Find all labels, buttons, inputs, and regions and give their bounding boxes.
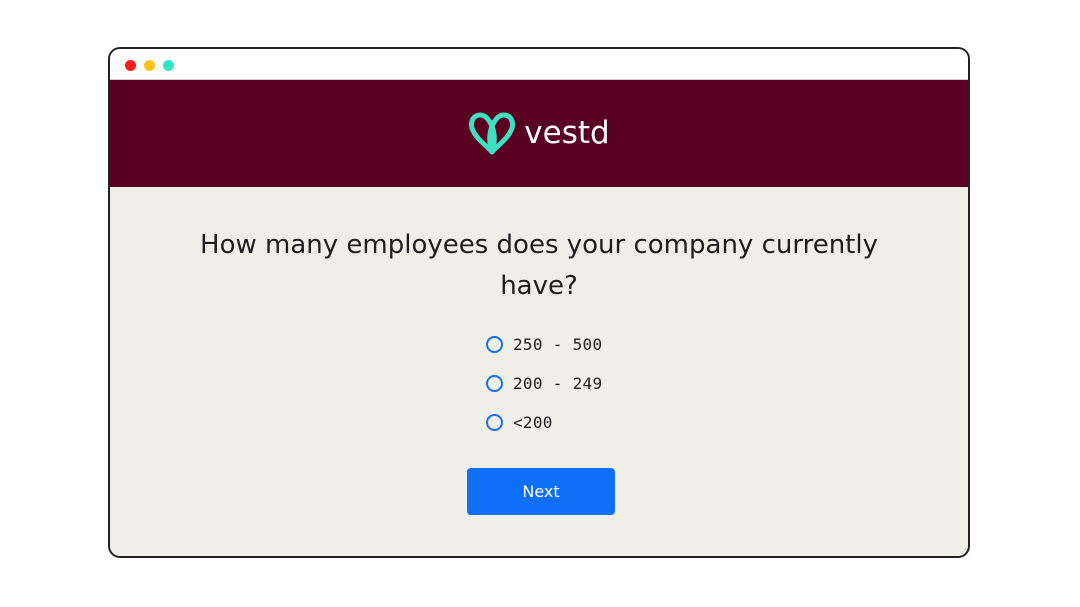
browser-window: vestd How many employees does your compa…: [108, 47, 970, 558]
close-dot[interactable]: [125, 60, 136, 71]
radio-button[interactable]: [486, 335, 503, 353]
survey-panel: How many employees does your company cur…: [110, 187, 968, 556]
minimize-dot[interactable]: [144, 60, 155, 71]
brand-logo: vestd: [468, 112, 610, 156]
maximize-dot[interactable]: [163, 60, 174, 71]
site-header: vestd: [110, 80, 968, 187]
option-label: 250 - 500: [513, 334, 603, 354]
option-under-200[interactable]: <200: [486, 412, 602, 432]
option-250-500[interactable]: 250 - 500: [486, 334, 602, 354]
window-titlebar: [110, 49, 968, 80]
next-button[interactable]: Next: [467, 468, 615, 515]
option-200-249[interactable]: 200 - 249: [486, 373, 602, 393]
option-label: <200: [513, 412, 553, 432]
radio-button[interactable]: [486, 374, 503, 392]
brand-name: vestd: [524, 114, 610, 151]
option-label: 200 - 249: [513, 373, 603, 393]
radio-button[interactable]: [486, 413, 503, 431]
survey-question: How many employees does your company cur…: [200, 230, 878, 301]
vestd-v-logo-icon: [468, 112, 516, 156]
answer-options: 250 - 500 200 - 249 <200: [486, 334, 602, 451]
